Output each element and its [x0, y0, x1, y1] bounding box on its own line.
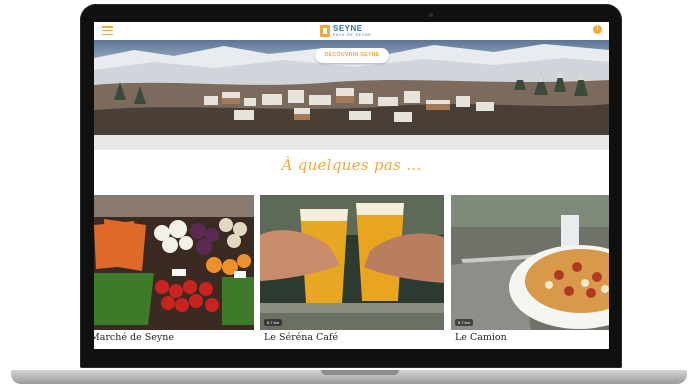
- laptop-base: [11, 370, 687, 384]
- distance-badge: 6.7 km: [455, 319, 474, 326]
- laptop-notch: [321, 370, 399, 375]
- discover-seyne-button[interactable]: DÉCOUVRIR SEYNE: [315, 48, 389, 63]
- site-logo[interactable]: SEYNE PAYS DE SEYNE: [320, 23, 372, 39]
- market-photo: [94, 195, 254, 330]
- card-caption: Marché de Seyne: [94, 332, 174, 343]
- place-card-serena-cafe[interactable]: 6.7 km Le Séréna Café: [260, 195, 444, 349]
- laptop-screen: SEYNE PAYS DE SEYNE i DÉCOUVRIR SEYNE À …: [94, 22, 609, 349]
- section-title: À quelques pas ...: [281, 156, 422, 174]
- logo-subtitle: PAYS DE SEYNE: [333, 32, 372, 37]
- card-caption: Le Séréna Café: [264, 332, 339, 343]
- info-icon[interactable]: i: [593, 25, 602, 34]
- hamburger-menu-icon[interactable]: [102, 26, 113, 36]
- cafe-photo: 6.7 km: [260, 195, 444, 330]
- card-caption: Le Camion: [455, 332, 507, 343]
- distance-badge: 6.7 km: [264, 319, 283, 326]
- hero-banner-image: DÉCOUVRIR SEYNE: [94, 40, 609, 135]
- pizza-photo: 6.7 km: [451, 195, 609, 330]
- camera-icon: [429, 13, 433, 17]
- house-logo-icon: [320, 25, 330, 37]
- logo-title: SEYNE: [333, 23, 363, 33]
- top-navigation-bar: SEYNE PAYS DE SEYNE i: [94, 22, 609, 40]
- place-card-le-camion[interactable]: 6.7 km Le Camion: [451, 195, 609, 349]
- section-divider: [94, 135, 609, 150]
- place-card-market[interactable]: Marché de Seyne: [94, 195, 254, 349]
